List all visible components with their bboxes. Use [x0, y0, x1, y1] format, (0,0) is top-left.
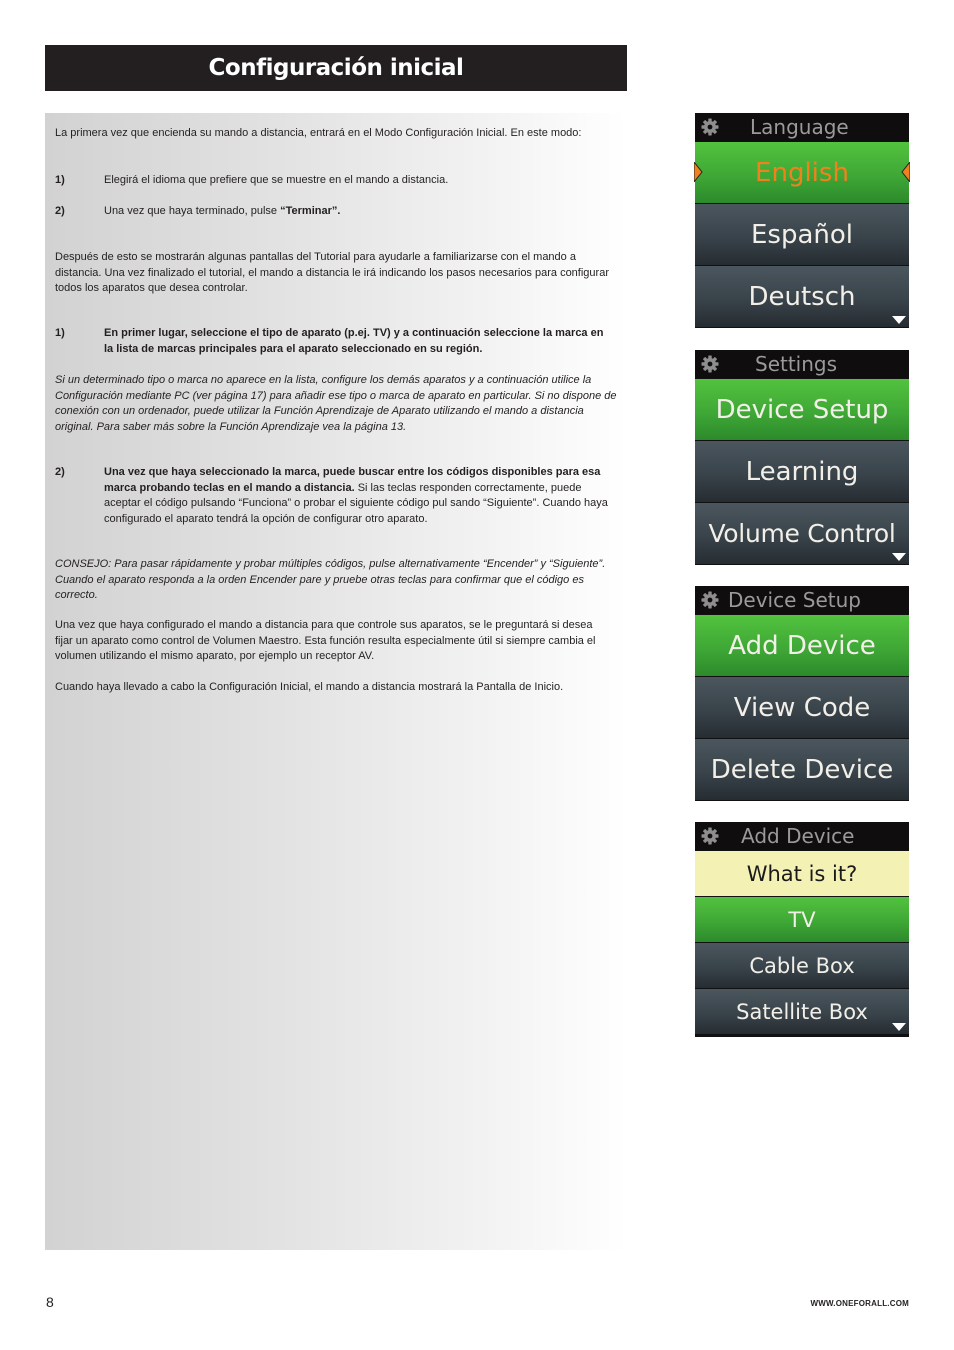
menu-item-cable-box[interactable]: Cable Box — [695, 942, 909, 988]
menu-item-english[interactable]: English — [694, 141, 910, 203]
website-url: WWW.ONEFORALL.COM — [810, 1299, 909, 1308]
menu-item-volume-control[interactable]: Volume Control — [695, 502, 909, 564]
screen-header-label: Settings — [755, 352, 838, 376]
tutorial-paragraph: Después de esto se mostrarán algunas pan… — [55, 251, 609, 294]
gear-icon — [701, 118, 719, 136]
menu-item-deutsch[interactable]: Deutsch — [695, 265, 909, 327]
step-number: 1) — [55, 327, 65, 339]
screen-header-label: Device Setup — [728, 588, 861, 612]
note-paragraph: Si un determinado tipo o marca no aparec… — [55, 374, 617, 433]
step-text: Una vez que haya terminado, pulse “Termi… — [104, 204, 614, 220]
arrow-left-icon — [694, 162, 703, 182]
step-text-bold: “Terminar”. — [280, 205, 341, 217]
step-number: 2) — [55, 205, 65, 217]
step-text: Elegirá el idioma que prefiere que se mu… — [104, 174, 449, 186]
menu-item-espanol[interactable]: Español — [695, 203, 909, 265]
menu-item-label: Device Setup — [715, 394, 889, 425]
step-text-normal: Una vez que haya terminado, pulse — [104, 205, 281, 217]
menu-item-label: Español — [750, 219, 854, 250]
menu-item-view-code[interactable]: View Code — [695, 676, 909, 738]
intro-paragraph: La primera vez que encienda su mando a d… — [55, 127, 582, 139]
page-title-bar: Configuración inicial — [45, 45, 627, 91]
volume-paragraph: Una vez que haya configurado el mando a … — [55, 619, 596, 662]
screen-header: Add Device — [695, 822, 909, 850]
arrow-right-icon — [901, 162, 910, 182]
prompt-what-is-it: What is it? — [695, 850, 909, 896]
screen-header: Settings — [695, 350, 909, 378]
page-number: 8 — [46, 1294, 54, 1310]
menu-item-label: Cable Box — [749, 953, 855, 978]
step-text: Una vez que haya seleccionado la marca, … — [104, 465, 614, 527]
menu-item-learning[interactable]: Learning — [695, 440, 909, 502]
menu-item-device-setup[interactable]: Device Setup — [695, 378, 909, 440]
scroll-down-icon[interactable] — [892, 316, 906, 324]
gear-icon — [701, 591, 719, 609]
screen-header: Language — [695, 113, 909, 141]
menu-item-label: View Code — [733, 692, 871, 723]
menu-item-label: Add Device — [728, 630, 876, 661]
screen-header: Device Setup — [695, 586, 909, 614]
menu-item-delete-device[interactable]: Delete Device — [695, 738, 909, 800]
page-title: Configuración inicial — [208, 55, 464, 81]
menu-item-label: TV — [788, 907, 816, 932]
step-text-bold: En primer lugar, seleccione el tipo de a… — [104, 327, 604, 355]
menu-item-label: English — [755, 157, 849, 188]
screen-header-label: Add Device — [741, 824, 855, 848]
menu-item-add-device[interactable]: Add Device — [695, 614, 909, 676]
scroll-down-icon[interactable] — [892, 553, 906, 561]
gear-icon — [701, 827, 719, 845]
final-paragraph: Cuando haya llevado a cabo la Configurac… — [55, 681, 564, 693]
menu-item-label: Deutsch — [748, 281, 856, 312]
screen-language: Language English Español Deutsch — [694, 113, 910, 328]
menu-item-satellite-box[interactable]: Satellite Box — [695, 988, 909, 1034]
step-number: 2) — [55, 466, 65, 478]
step-number: 1) — [55, 174, 65, 186]
gear-icon — [701, 355, 719, 373]
prompt-label: What is it? — [746, 861, 858, 886]
menu-item-label: Learning — [745, 456, 859, 487]
menu-item-label: Satellite Box — [736, 999, 868, 1024]
screen-device-setup: Device Setup Add Device View Code Delete… — [695, 586, 909, 801]
tip-paragraph: CONSEJO: Para pasar rápidamente y probar… — [55, 558, 606, 601]
screen-add-device: Add Device What is it? TV Cable Box Sate… — [695, 822, 909, 1037]
screen-header-label: Language — [750, 115, 849, 139]
menu-item-label: Volume Control — [708, 519, 896, 548]
screen-settings: Settings Device Setup Learning Volume Co… — [695, 350, 909, 565]
scroll-down-icon[interactable] — [892, 1023, 906, 1031]
menu-item-tv[interactable]: TV — [695, 896, 909, 942]
menu-item-label: Delete Device — [710, 754, 894, 785]
